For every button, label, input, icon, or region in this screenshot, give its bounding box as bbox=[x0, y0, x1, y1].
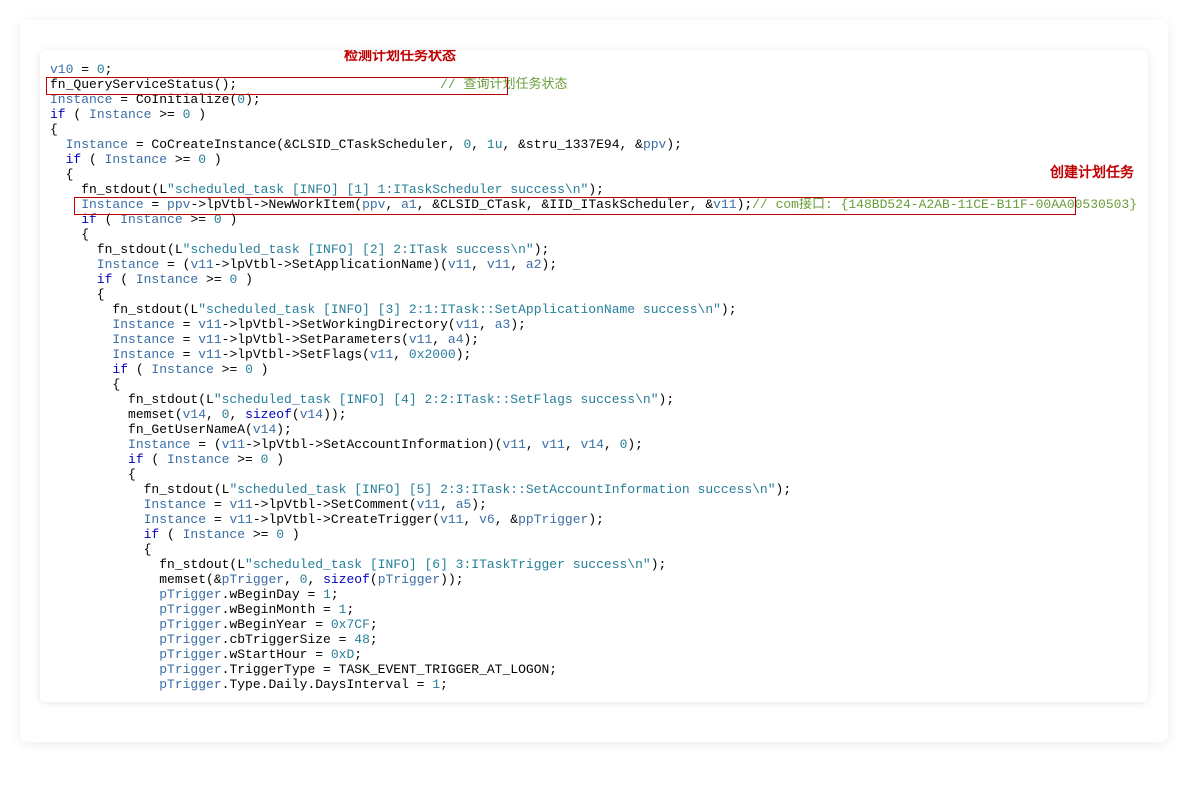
annotation-create-task: 创建计划任务 bbox=[1050, 163, 1134, 183]
code-block: 检测计划任务状态 创建计划任务 v10 = 0; fn_QueryService… bbox=[40, 50, 1148, 702]
annotation-detect-status: 检测计划任务状态 bbox=[344, 50, 456, 66]
source-code[interactable]: v10 = 0; fn_QueryServiceStatus(); // 查询计… bbox=[50, 62, 1138, 692]
outer-card: 检测计划任务状态 创建计划任务 v10 = 0; fn_QueryService… bbox=[20, 20, 1168, 742]
